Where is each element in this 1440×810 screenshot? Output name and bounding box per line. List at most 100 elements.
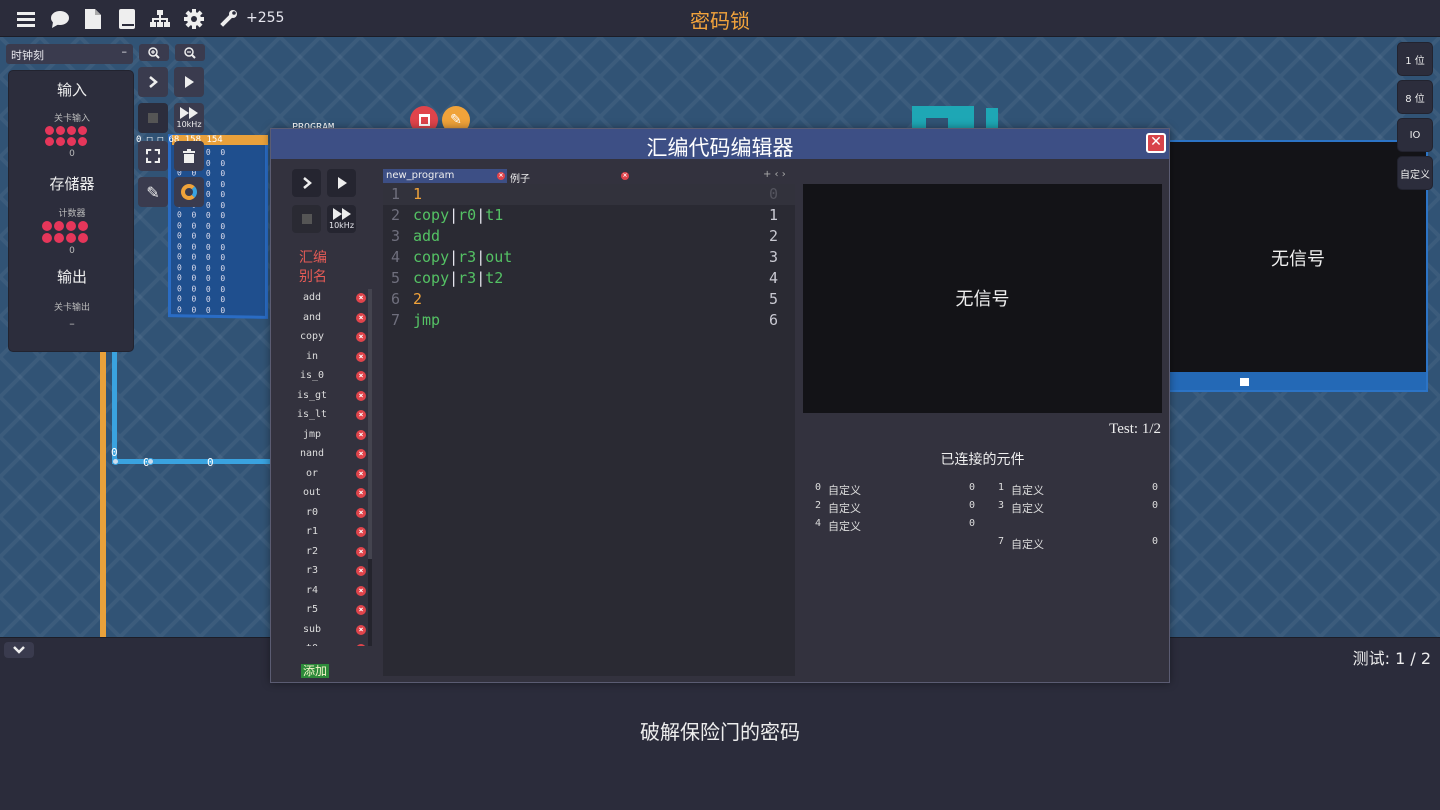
- test-progress: Test: 1/2: [1109, 421, 1161, 437]
- close-tab-icon[interactable]: ×: [497, 172, 505, 180]
- close-editor-button[interactable]: ✕: [1146, 133, 1166, 153]
- alias-item[interactable]: is_gt ×: [291, 387, 373, 407]
- tab-navigation[interactable]: + ‹ ›: [763, 169, 786, 180]
- bit-1-button[interactable]: 1 位: [1397, 42, 1433, 76]
- alias-item[interactable]: r5 ×: [291, 601, 373, 621]
- tab-new-program[interactable]: new_program: [383, 169, 507, 183]
- code-line[interactable]: 3 add 2: [383, 226, 795, 247]
- add-alias-button[interactable]: 添加: [301, 664, 330, 678]
- remove-alias-icon[interactable]: ×: [356, 390, 366, 401]
- alias-item[interactable]: add ×: [291, 289, 373, 309]
- remove-alias-icon[interactable]: ×: [356, 488, 366, 498]
- collapse-panel-button[interactable]: [4, 642, 34, 658]
- alias-item[interactable]: r3 ×: [291, 562, 373, 582]
- remove-alias-icon[interactable]: ×: [356, 351, 366, 362]
- alias-item[interactable]: sub ×: [291, 621, 373, 641]
- remove-alias-icon[interactable]: ×: [356, 605, 366, 615]
- component-index: 3: [998, 500, 1005, 511]
- display-pin[interactable]: [1240, 378, 1249, 386]
- remove-alias-icon[interactable]: ×: [356, 371, 366, 381]
- clock-dropdown[interactable]: 时钟刻 –: [6, 44, 133, 64]
- remove-alias-icon[interactable]: ×: [356, 507, 366, 518]
- code-line[interactable]: 2 copy|r0|t1 1: [383, 205, 795, 226]
- select-button[interactable]: [138, 141, 168, 171]
- alias-name: t0: [291, 643, 333, 646]
- step-button[interactable]: [138, 67, 168, 97]
- line-number: 4: [391, 248, 401, 266]
- line-number: 7: [391, 311, 401, 329]
- code-token: 1: [413, 185, 423, 203]
- remove-alias-icon[interactable]: ×: [356, 332, 366, 342]
- draw-button[interactable]: ✎: [138, 177, 168, 207]
- code-line[interactable]: 4 copy|r3|out 3: [383, 247, 795, 268]
- io-button[interactable]: IO: [1397, 118, 1433, 152]
- zoom-out-button[interactable]: [175, 44, 205, 61]
- alias-list[interactable]: add × and × copy × in × is_0 × is_gt × is_lt × jmp × nan…: [291, 289, 373, 646]
- remove-alias-icon[interactable]: ×: [356, 585, 366, 596]
- color-button[interactable]: [174, 177, 204, 207]
- code-editor[interactable]: 1 1 0 2 copy|r0|t1 1 3 add 2 4 copy|r3|out 3 5 copy|r…: [383, 184, 795, 676]
- counter-component[interactable]: [42, 221, 88, 243]
- level-input-component[interactable]: [45, 126, 87, 146]
- close-tab-icon[interactable]: ×: [621, 172, 629, 180]
- editor-stop-button[interactable]: [292, 205, 321, 233]
- remove-alias-icon[interactable]: ×: [356, 546, 366, 557]
- collapse-icon: –: [121, 45, 128, 58]
- zoom-in-button[interactable]: [139, 44, 169, 61]
- remove-alias-icon[interactable]: ×: [356, 624, 366, 635]
- remove-alias-icon[interactable]: ×: [356, 468, 366, 479]
- code-text: copy|r0|t1: [413, 205, 503, 226]
- alias-item[interactable]: r2 ×: [291, 543, 373, 563]
- stop-button[interactable]: [138, 103, 168, 133]
- remove-alias-icon[interactable]: ×: [356, 566, 366, 576]
- alias-item[interactable]: out ×: [291, 484, 373, 504]
- remove-alias-icon[interactable]: ×: [356, 429, 366, 440]
- display-component[interactable]: 无信号: [1168, 140, 1428, 392]
- alias-item[interactable]: is_lt ×: [291, 406, 373, 426]
- editor-fast-forward-button[interactable]: 10kHz: [327, 205, 356, 233]
- editor-play-button[interactable]: [327, 169, 356, 197]
- alias-item[interactable]: copy ×: [291, 328, 373, 348]
- remove-alias-icon[interactable]: ×: [356, 312, 366, 323]
- alias-item[interactable]: or ×: [291, 465, 373, 485]
- fast-forward-button[interactable]: 10kHz: [174, 103, 204, 133]
- code-line[interactable]: 7 jmp 6: [383, 310, 795, 331]
- delete-button[interactable]: [174, 141, 204, 171]
- remove-alias-icon[interactable]: ×: [356, 293, 366, 303]
- teal-component-pin[interactable]: [986, 108, 998, 130]
- bit-8-button[interactable]: 8 位: [1397, 80, 1433, 114]
- component-label: 自定义: [1011, 538, 1044, 551]
- alias-item[interactable]: t0 ×: [291, 640, 373, 646]
- alias-scrollbar-thumb[interactable]: [368, 289, 372, 559]
- wire-node[interactable]: [147, 458, 154, 465]
- remove-alias-icon[interactable]: ×: [356, 644, 366, 646]
- blue-wire-horizontal[interactable]: [112, 459, 272, 464]
- alias-item[interactable]: r1 ×: [291, 523, 373, 543]
- alias-scrollbar[interactable]: [368, 289, 372, 646]
- alias-item[interactable]: is_0 ×: [291, 367, 373, 387]
- tab-example[interactable]: 例子: [507, 169, 627, 185]
- custom-button[interactable]: 自定义: [1397, 156, 1433, 190]
- code-line[interactable]: 11 0: [383, 184, 795, 205]
- remove-alias-icon[interactable]: ×: [356, 410, 366, 420]
- editor-step-button[interactable]: [292, 169, 321, 197]
- alias-item[interactable]: nand ×: [291, 445, 373, 465]
- orange-wire[interactable]: [100, 352, 106, 637]
- wire-node[interactable]: [112, 458, 119, 465]
- top-bar: +255 密码锁: [0, 0, 1440, 37]
- editor-title-bar[interactable]: 汇编代码编辑器: [271, 129, 1169, 160]
- chevron-down-icon: [13, 646, 25, 654]
- play-button[interactable]: [174, 67, 204, 97]
- alias-item[interactable]: in ×: [291, 348, 373, 368]
- editor-title: 汇编代码编辑器: [646, 136, 794, 160]
- code-token: add: [413, 227, 441, 245]
- alias-item[interactable]: r4 ×: [291, 582, 373, 602]
- alias-item[interactable]: jmp ×: [291, 426, 373, 446]
- code-line[interactable]: 62 5: [383, 289, 795, 310]
- remove-alias-icon[interactable]: ×: [356, 527, 366, 537]
- level-output-component[interactable]: –: [9, 317, 135, 330]
- code-line[interactable]: 5 copy|r3|t2 4: [383, 268, 795, 289]
- remove-alias-icon[interactable]: ×: [356, 449, 366, 459]
- alias-item[interactable]: r0 ×: [291, 504, 373, 524]
- alias-item[interactable]: and ×: [291, 309, 373, 329]
